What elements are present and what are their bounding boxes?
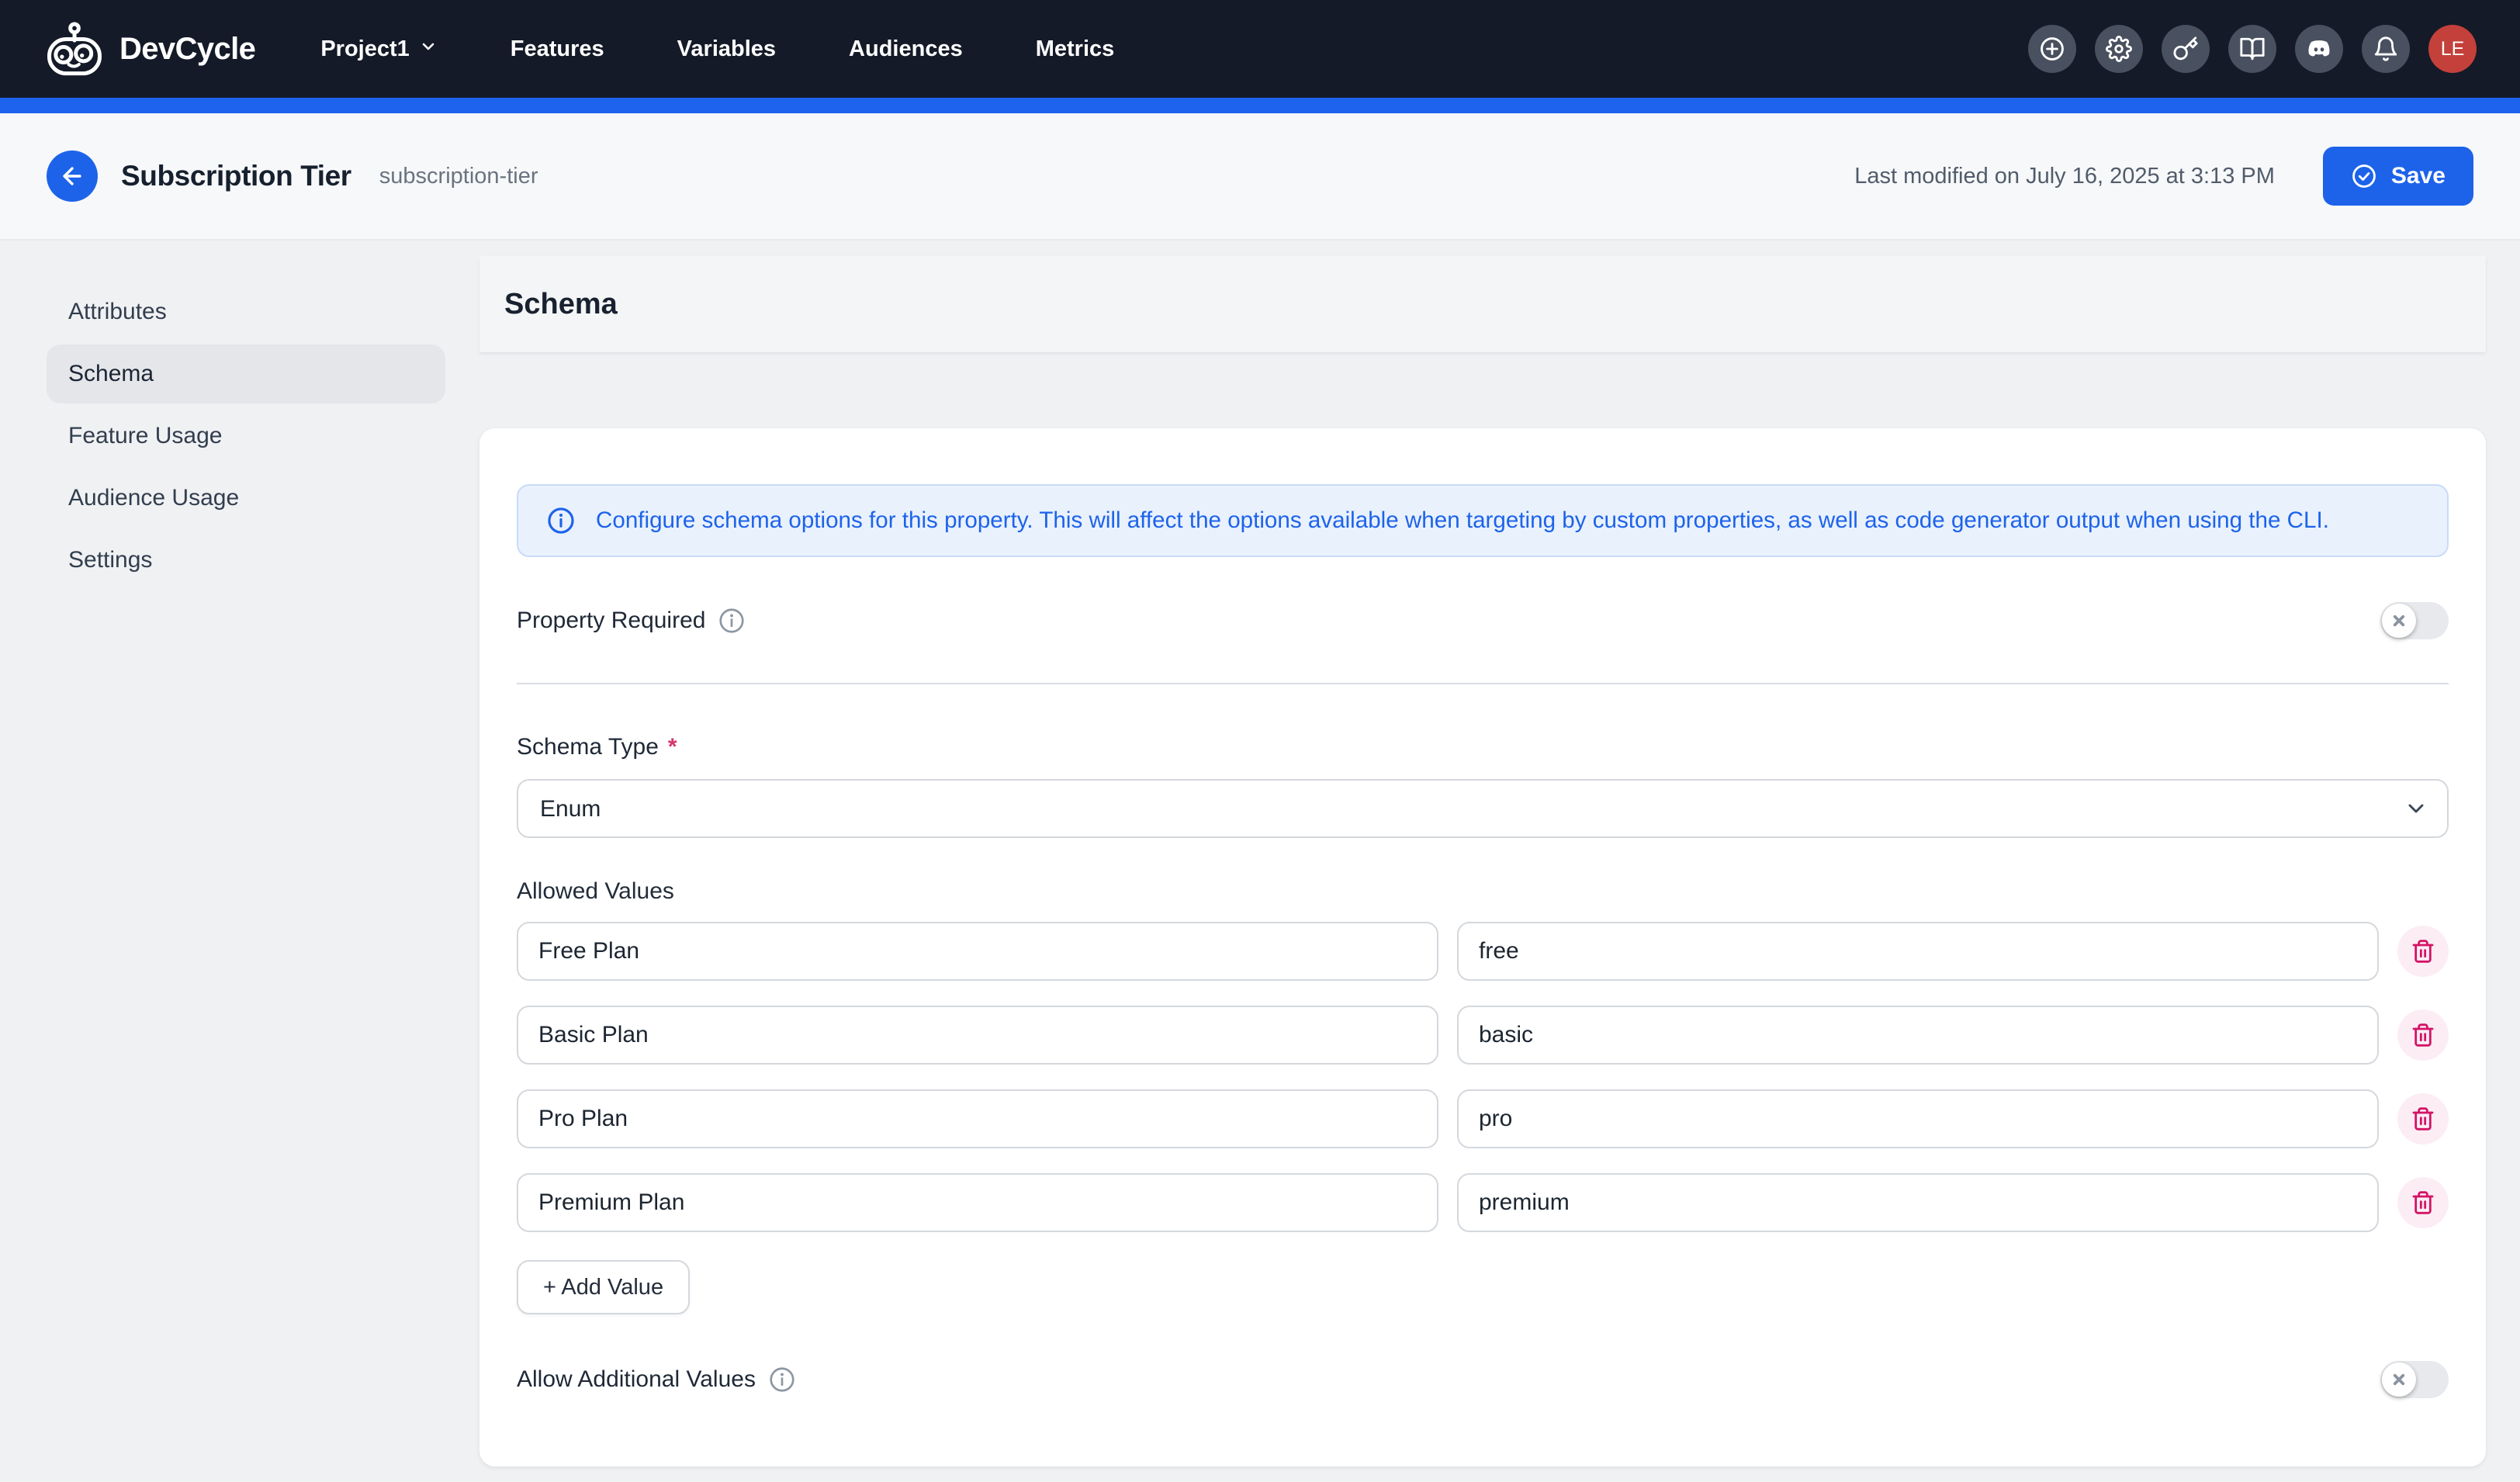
project-selector[interactable]: Project1	[320, 36, 437, 62]
sidebar-item-attributes[interactable]: Attributes	[47, 282, 445, 341]
nav-link-audiences[interactable]: Audiences	[849, 36, 963, 62]
trash-icon	[2411, 1106, 2435, 1131]
trash-icon	[2411, 939, 2435, 964]
schema-type-label: Schema Type*	[517, 734, 2449, 760]
user-avatar[interactable]: LE	[2428, 25, 2477, 73]
value-name-input[interactable]	[517, 922, 1438, 981]
schema-type-select[interactable]: Enum	[517, 779, 2449, 838]
top-navbar: DevCycle Project1 Features Variables Aud…	[0, 0, 2520, 98]
accent-bar	[0, 98, 2520, 113]
plus-circle-icon[interactable]	[2028, 25, 2076, 73]
save-button[interactable]: Save	[2323, 147, 2473, 206]
value-name-input[interactable]	[517, 1173, 1438, 1232]
page-title: Subscription Tier	[121, 160, 351, 192]
property-required-toggle[interactable]	[2380, 602, 2449, 639]
delete-value-button[interactable]	[2397, 1093, 2449, 1144]
allowed-value-row	[517, 1173, 2449, 1232]
discord-icon[interactable]	[2295, 25, 2343, 73]
section-header: Schema	[479, 256, 2486, 352]
value-name-input[interactable]	[517, 1089, 1438, 1148]
value-key-input[interactable]	[1457, 1173, 2379, 1232]
section-title: Schema	[504, 288, 618, 321]
required-asterisk: *	[668, 734, 677, 760]
sidebar-item-audience-usage[interactable]: Audience Usage	[47, 469, 445, 528]
navbar-actions: LE	[2028, 25, 2477, 73]
trash-icon	[2411, 1023, 2435, 1047]
check-circle-icon	[2351, 163, 2377, 189]
bell-icon[interactable]	[2362, 25, 2410, 73]
book-icon[interactable]	[2228, 25, 2276, 73]
content-area: Attributes Schema Feature Usage Audience…	[0, 241, 2520, 1480]
allowed-value-row	[517, 1089, 2449, 1148]
chevron-down-icon	[419, 36, 438, 62]
info-icon[interactable]	[768, 1366, 796, 1394]
trash-icon	[2411, 1190, 2435, 1215]
sidebar-item-schema[interactable]: Schema	[47, 345, 445, 403]
back-button[interactable]	[47, 151, 98, 202]
allow-additional-row: Allow Additional Values	[517, 1361, 2449, 1398]
sidebar-item-settings[interactable]: Settings	[47, 531, 445, 590]
devcycle-logo[interactable]: DevCycle	[43, 19, 255, 78]
nav-links: Project1 Features Variables Audiences Me…	[320, 36, 1114, 62]
allow-additional-toggle[interactable]	[2380, 1361, 2449, 1398]
allowed-value-row	[517, 922, 2449, 981]
key-icon[interactable]	[2162, 25, 2210, 73]
devcycle-robot-logo-icon	[43, 19, 106, 78]
info-alert: Configure schema options for this proper…	[517, 484, 2449, 557]
info-icon	[546, 506, 576, 535]
allow-additional-label: Allow Additional Values	[517, 1366, 796, 1394]
section-sidebar: Attributes Schema Feature Usage Audience…	[47, 241, 445, 593]
alert-text: Configure schema options for this proper…	[596, 507, 2329, 534]
property-key: subscription-tier	[379, 164, 538, 189]
arrow-left-icon	[59, 163, 85, 189]
toggle-knob-x-icon	[2382, 1363, 2416, 1397]
allowed-values-list	[517, 922, 2449, 1232]
page-header: Subscription Tier subscription-tier Last…	[0, 113, 2520, 241]
gear-icon[interactable]	[2095, 25, 2143, 73]
allowed-value-row	[517, 1006, 2449, 1065]
delete-value-button[interactable]	[2397, 926, 2449, 977]
nav-link-variables[interactable]: Variables	[677, 36, 776, 62]
delete-value-button[interactable]	[2397, 1009, 2449, 1061]
value-key-input[interactable]	[1457, 1089, 2379, 1148]
devcycle-app: DevCycle Project1 Features Variables Aud…	[0, 0, 2520, 1482]
schema-type-select-wrap: Enum	[517, 779, 2449, 838]
add-value-button[interactable]: + Add Value	[517, 1260, 690, 1314]
property-required-row: Property Required	[517, 602, 2449, 639]
divider	[517, 683, 2449, 684]
value-name-input[interactable]	[517, 1006, 1438, 1065]
property-required-label: Property Required	[517, 607, 746, 635]
info-icon[interactable]	[718, 607, 746, 635]
value-key-input[interactable]	[1457, 1006, 2379, 1065]
main-panel: Schema Configure schema options for this…	[479, 241, 2486, 1482]
last-modified-text: Last modified on July 16, 2025 at 3:13 P…	[1854, 164, 2275, 189]
toggle-knob-x-icon	[2382, 604, 2416, 638]
value-key-input[interactable]	[1457, 922, 2379, 981]
allowed-values-label: Allowed Values	[517, 878, 2449, 905]
schema-card: Configure schema options for this proper…	[479, 428, 2486, 1466]
sidebar-item-feature-usage[interactable]: Feature Usage	[47, 407, 445, 466]
delete-value-button[interactable]	[2397, 1177, 2449, 1228]
nav-link-features[interactable]: Features	[511, 36, 604, 62]
nav-link-metrics[interactable]: Metrics	[1036, 36, 1115, 62]
brand-name: DevCycle	[119, 32, 255, 67]
